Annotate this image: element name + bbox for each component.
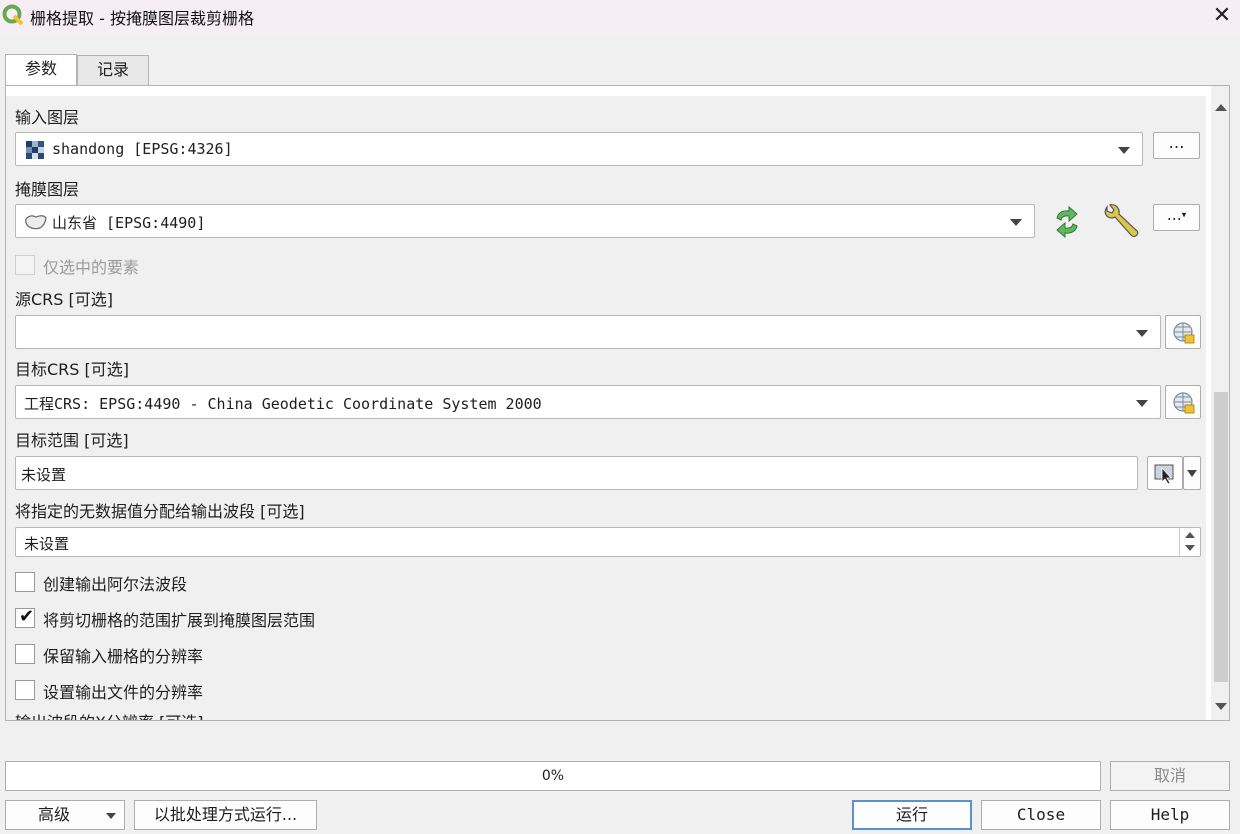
selected-features-only-label: 仅选中的要素 — [43, 258, 140, 277]
input-layer-combo[interactable]: shandong [EPSG:4326] — [15, 132, 1143, 166]
checkmark-icon: ✔ — [19, 606, 35, 627]
chevron-down-icon: ▾ — [1181, 210, 1187, 221]
raster-layer-icon — [26, 141, 44, 159]
target-crs-select-button[interactable] — [1165, 385, 1201, 419]
iterate-features-icon[interactable] — [1049, 204, 1085, 240]
target-extent-value: 未设置 — [21, 466, 67, 484]
help-button[interactable]: Help — [1110, 800, 1230, 830]
chevron-down-icon — [1187, 470, 1197, 477]
nodata-spinbox[interactable]: 未设置 — [15, 527, 1201, 557]
tab-parameters[interactable]: 参数 — [5, 54, 77, 86]
mask-layer-combo[interactable]: 山东省 [EPSG:4490] — [15, 204, 1035, 238]
input-layer-label: 输入图层 — [15, 108, 80, 127]
globe-icon — [1173, 322, 1195, 344]
spin-buttons[interactable] — [1179, 528, 1200, 556]
progress-bar: 0% — [5, 761, 1101, 791]
target-crs-value: 工程CRS: EPSG:4490 - China Geodetic Coordi… — [24, 395, 542, 413]
cancel-button[interactable]: 取消 — [1110, 761, 1230, 791]
polygon-layer-icon — [25, 215, 47, 230]
spin-up-icon[interactable] — [1185, 532, 1195, 538]
input-layer-browse-button[interactable]: … — [1153, 132, 1200, 159]
keep-resolution-checkbox[interactable] — [15, 644, 35, 664]
scroll-up-icon[interactable] — [1215, 104, 1227, 111]
globe-icon — [1173, 392, 1195, 414]
qgis-icon — [2, 4, 24, 26]
parameters-scroll-area: 输入图层 shandong [EPSG:4326] … 掩膜图层 山东省 [EP… — [6, 96, 1206, 720]
mask-layer-options-button[interactable]: …▾ — [1153, 204, 1200, 231]
close-button[interactable]: Close — [981, 800, 1101, 830]
chevron-down-icon — [1118, 147, 1130, 154]
source-crs-combo[interactable] — [15, 315, 1161, 349]
mask-layer-value: 山东省 [EPSG:4490] — [52, 214, 206, 232]
chevron-down-icon — [106, 813, 116, 819]
close-icon[interactable]: ✕ — [1210, 4, 1234, 28]
source-crs-select-button[interactable] — [1165, 315, 1201, 349]
parameters-pane: 输入图层 shandong [EPSG:4326] … 掩膜图层 山东省 [EP… — [5, 85, 1230, 721]
nodata-label: 将指定的无数据值分配给输出波段 [可选] — [15, 502, 305, 521]
keep-resolution-label: 保留输入栅格的分辨率 — [43, 647, 204, 666]
progress-text: 0% — [541, 768, 565, 784]
mask-layer-label: 掩膜图层 — [15, 180, 80, 199]
x-resolution-label: 输出波段的X分辨率 [可选] — [15, 709, 204, 720]
nodata-value: 未设置 — [24, 535, 70, 553]
target-extent-label: 目标范围 [可选] — [15, 431, 129, 450]
spin-down-icon[interactable] — [1185, 545, 1195, 551]
wrench-icon[interactable] — [1101, 202, 1141, 242]
title-bar: 栅格提取 - 按掩膜图层裁剪栅格 ✕ — [0, 0, 1240, 34]
extent-options-dropdown[interactable] — [1183, 456, 1201, 490]
window-title: 栅格提取 - 按掩膜图层裁剪栅格 — [30, 9, 254, 28]
vertical-scrollbar[interactable] — [1211, 86, 1229, 720]
target-crs-combo[interactable]: 工程CRS: EPSG:4490 - China Geodetic Coordi… — [15, 385, 1161, 419]
set-resolution-checkbox[interactable] — [15, 680, 35, 700]
input-layer-value: shandong [EPSG:4326] — [52, 140, 233, 158]
alpha-band-checkbox[interactable] — [15, 572, 35, 592]
scroll-down-icon[interactable] — [1215, 703, 1227, 710]
batch-process-button[interactable]: 以批处理方式运行... — [134, 800, 317, 830]
extent-select-button[interactable] — [1147, 456, 1183, 490]
advanced-button[interactable]: 高级 — [5, 800, 125, 830]
advanced-label: 高级 — [38, 805, 71, 824]
select-extent-cursor-icon — [1154, 464, 1174, 484]
source-crs-label: 源CRS [可选] — [15, 290, 114, 309]
crop-to-cutline-label: 将剪切栅格的范围扩展到掩膜图层范围 — [43, 611, 316, 630]
chevron-down-icon — [1136, 330, 1148, 337]
selected-features-only-checkbox[interactable] — [15, 255, 35, 275]
set-resolution-label: 设置输出文件的分辨率 — [43, 683, 204, 702]
target-crs-label: 目标CRS [可选] — [15, 360, 130, 379]
scrollbar-thumb[interactable] — [1214, 392, 1228, 682]
run-button[interactable]: 运行 — [852, 800, 972, 830]
alpha-band-label: 创建输出阿尔法波段 — [43, 575, 188, 594]
crop-to-cutline-checkbox[interactable]: ✔ — [15, 606, 35, 628]
chevron-down-icon — [1010, 219, 1022, 226]
mask-layer-more-label: … — [1166, 206, 1182, 224]
target-extent-input[interactable]: 未设置 — [15, 456, 1138, 490]
tab-log[interactable]: 记录 — [77, 55, 149, 85]
chevron-down-icon — [1136, 400, 1148, 407]
